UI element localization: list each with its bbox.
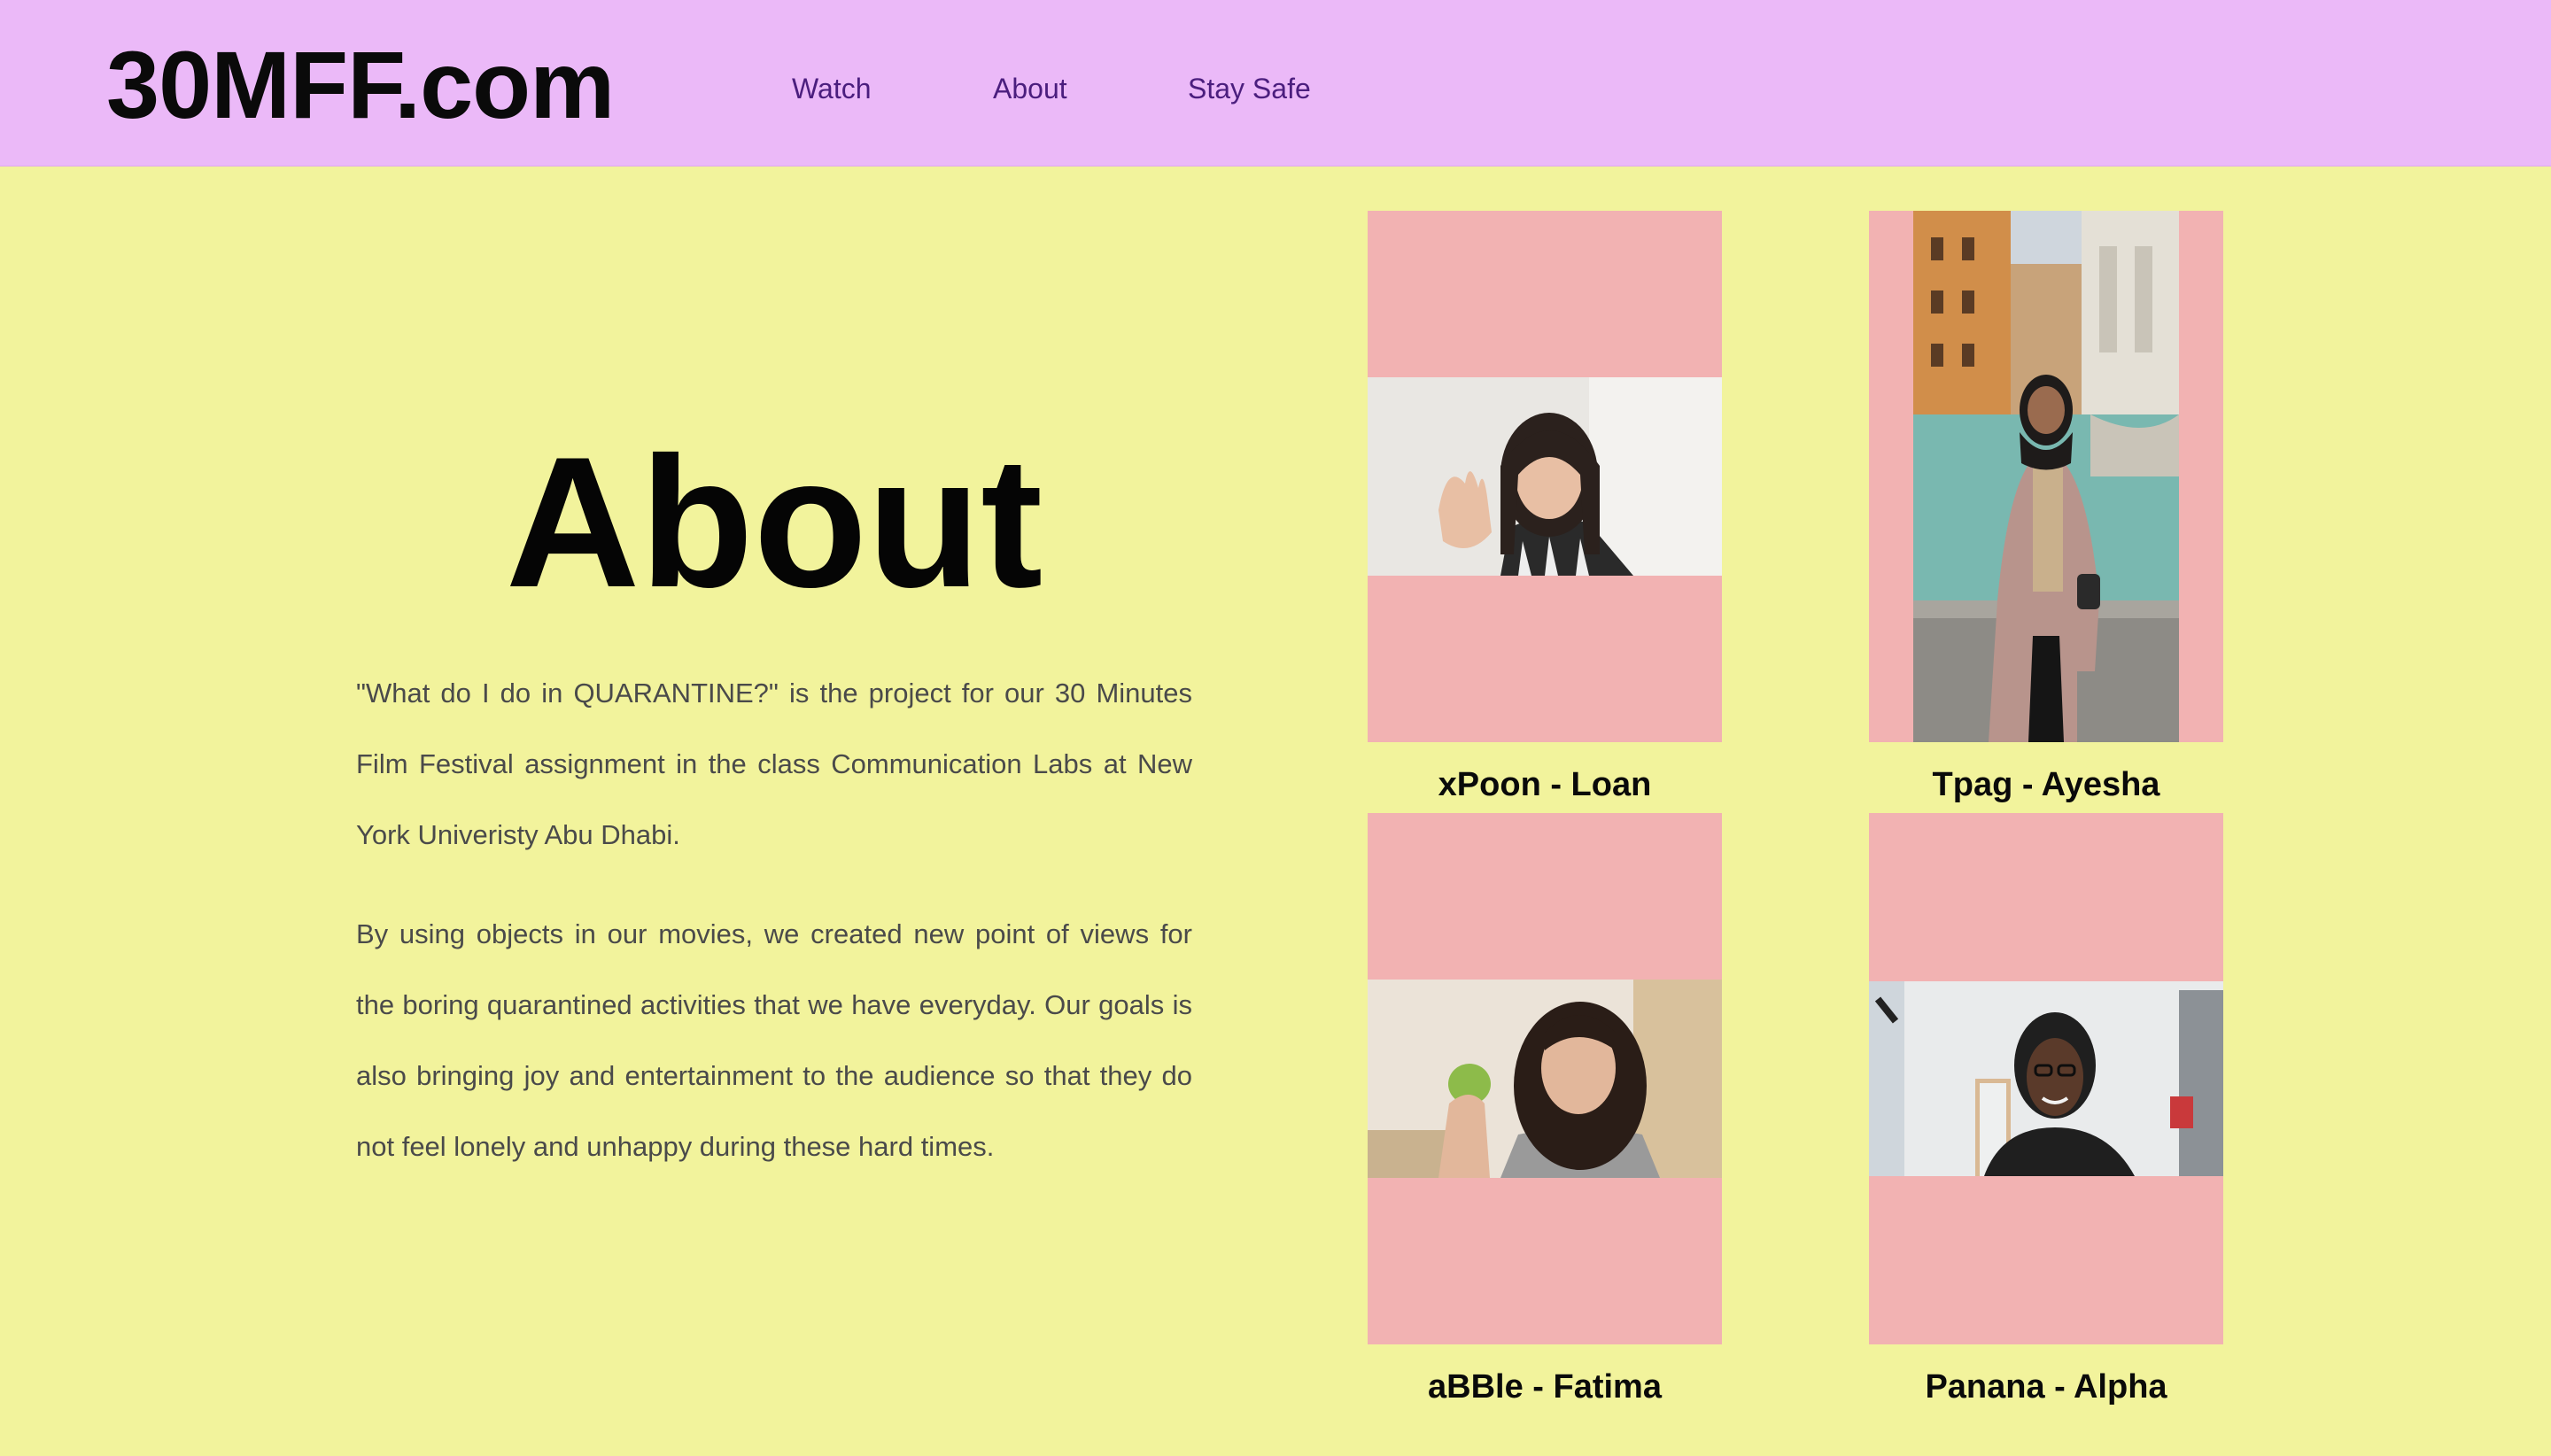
team-photo-alpha[interactable] (1869, 813, 2223, 1344)
about-paragraph-1: "What do I do in QUARANTINE?" is the pro… (356, 678, 1192, 850)
about-paragraph-2: By using objects in our movies, we creat… (356, 918, 1192, 1162)
video-still (1368, 377, 1722, 576)
video-still (1913, 211, 2179, 742)
team-name-alpha: Panana - Alpha (1925, 1368, 2167, 1406)
team-photo-fatima[interactable] (1368, 813, 1722, 1344)
video-still (1368, 980, 1722, 1178)
team-name-fatima: aBBle - Fatima (1428, 1368, 1662, 1406)
team-name-loan: xPoon - Loan (1438, 766, 1652, 803)
nav-stay-safe-link[interactable]: Stay Safe (1188, 71, 1311, 106)
video-still (1869, 981, 2223, 1176)
page-title: About (505, 418, 1043, 626)
nav-about-link[interactable]: About (993, 71, 1067, 106)
nav-watch-link[interactable]: Watch (792, 71, 872, 106)
team-photo-ayesha[interactable] (1869, 211, 2223, 742)
site-header: 30MFF.com Watch About Stay Safe (0, 0, 2551, 167)
team-photo-loan[interactable] (1368, 211, 1722, 742)
site-logo[interactable]: 30MFF.com (106, 34, 615, 136)
team-name-ayesha: Tpag - Ayesha (1932, 766, 2160, 803)
